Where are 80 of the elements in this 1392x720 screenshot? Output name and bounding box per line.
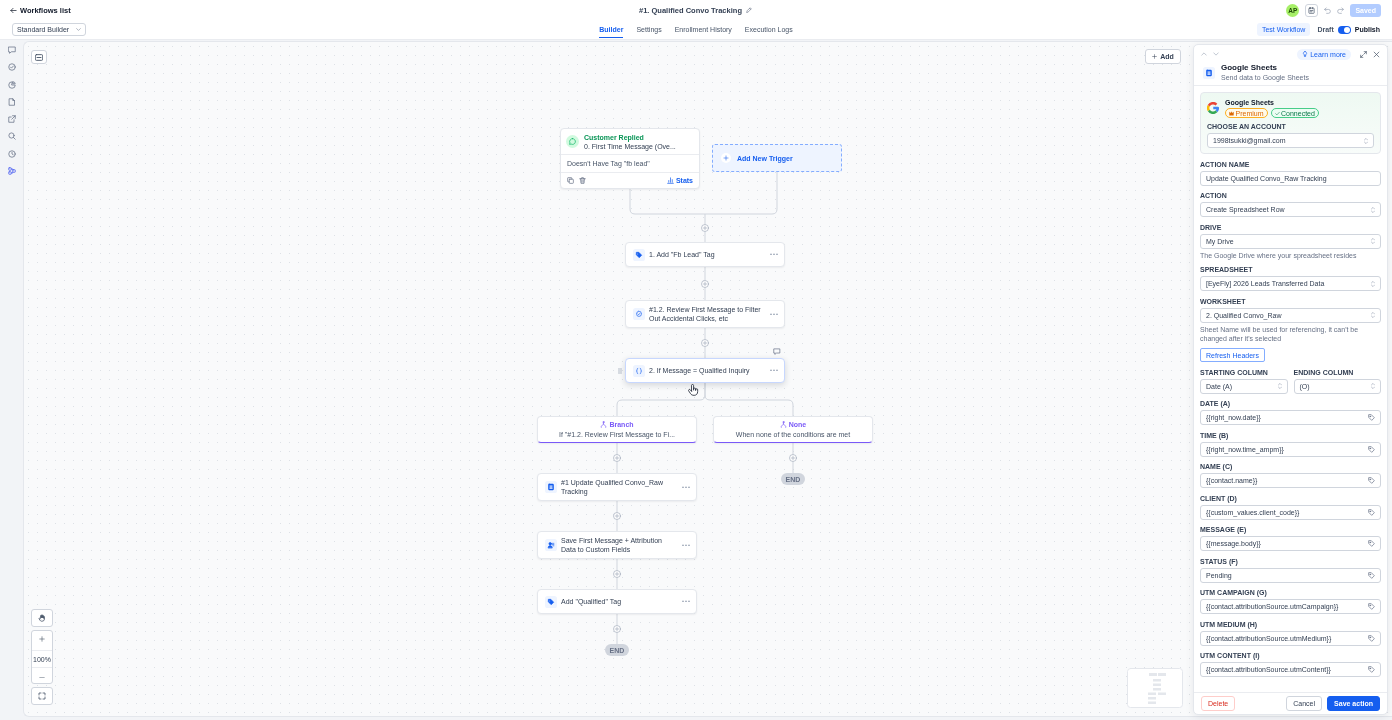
copy-icon[interactable] [567, 177, 574, 184]
bulb-icon [1302, 51, 1309, 57]
publish-toggle[interactable] [1337, 25, 1351, 34]
external-link-icon[interactable] [7, 115, 16, 124]
more-icon[interactable] [682, 543, 690, 547]
updown-caret-icon [1277, 383, 1282, 389]
document-icon[interactable] [7, 97, 16, 106]
expand-icon[interactable] [1360, 50, 1367, 58]
minimap [1127, 668, 1183, 708]
card-icon [35, 53, 43, 61]
tag-icon[interactable] [1368, 571, 1375, 579]
hand-tool-button[interactable] [31, 609, 53, 627]
calendar-icon [1308, 6, 1316, 14]
tag-icon[interactable] [1368, 508, 1375, 516]
trash-icon[interactable] [579, 177, 586, 184]
google-logo-icon [1207, 102, 1219, 114]
tag-icon[interactable] [1368, 634, 1375, 642]
more-icon[interactable] [770, 369, 778, 372]
plus-icon[interactable] [613, 570, 621, 578]
plus-icon[interactable] [613, 625, 621, 633]
plus-icon[interactable] [613, 454, 621, 462]
bar-chart-icon [666, 177, 674, 184]
plus-icon[interactable] [701, 339, 709, 347]
chevron-up-icon[interactable] [1201, 51, 1207, 57]
tag-icon[interactable] [1368, 666, 1375, 673]
zoom-in-icon[interactable] [39, 636, 45, 642]
tag-icon [545, 595, 557, 608]
updown-caret-icon [1371, 206, 1375, 213]
updown-caret-icon [1371, 280, 1375, 287]
tag-icon[interactable] [1368, 445, 1375, 453]
plus-icon [1152, 54, 1158, 59]
flowchart-icon[interactable] [7, 167, 16, 176]
chat-bubble-icon [566, 135, 579, 148]
note-button[interactable] [31, 50, 47, 64]
chevron-down-icon[interactable] [1213, 51, 1219, 57]
updown-caret-icon [1371, 312, 1375, 318]
brackets-icon [633, 364, 645, 377]
fit-view-button[interactable] [31, 687, 53, 705]
plus-icon [721, 153, 731, 163]
more-icon[interactable] [770, 312, 778, 316]
pencil-icon[interactable] [745, 7, 752, 13]
arrow-left-icon [10, 6, 17, 14]
plus-icon[interactable] [701, 279, 709, 288]
tag-icon[interactable] [1368, 540, 1375, 547]
more-icon[interactable] [682, 600, 690, 603]
close-icon[interactable] [1373, 50, 1380, 58]
more-icon[interactable] [682, 485, 690, 489]
redo-icon[interactable] [1337, 6, 1345, 14]
calendar-button[interactable] [1305, 3, 1319, 17]
chat-icon[interactable] [7, 46, 16, 54]
search-icon[interactable] [7, 132, 16, 141]
branch-icon [779, 421, 787, 428]
clock-icon[interactable] [7, 149, 16, 158]
updown-caret-icon [1371, 383, 1375, 389]
plus-icon[interactable] [613, 512, 621, 520]
spreadsheet-icon [1203, 66, 1215, 79]
check-icon [1274, 110, 1280, 116]
undo-icon[interactable] [1324, 6, 1332, 14]
tag-icon[interactable] [1368, 477, 1375, 484]
caret-down-icon [76, 27, 81, 32]
plus-icon[interactable] [701, 224, 709, 232]
check-badge-icon [633, 308, 645, 320]
tag-icon[interactable] [1368, 414, 1375, 421]
plus-icon[interactable] [789, 454, 797, 462]
updown-caret-icon [1371, 238, 1375, 244]
more-icon[interactable] [770, 253, 778, 256]
tag-icon[interactable] [1368, 603, 1375, 610]
check-circle-icon[interactable] [7, 63, 16, 72]
fit-view-icon [38, 692, 46, 700]
pie-chart-icon[interactable] [7, 80, 16, 89]
hand-icon [38, 614, 46, 622]
comment-icon[interactable] [773, 348, 781, 355]
crown-icon [1229, 110, 1234, 116]
hand-cursor-icon [688, 383, 699, 397]
spreadsheet-icon [545, 481, 557, 493]
branch-icon [600, 421, 608, 428]
app-name: Google Sheets [1221, 63, 1278, 73]
person-icon [545, 539, 557, 551]
tag-icon [633, 248, 645, 261]
updown-caret-icon [1364, 137, 1368, 144]
